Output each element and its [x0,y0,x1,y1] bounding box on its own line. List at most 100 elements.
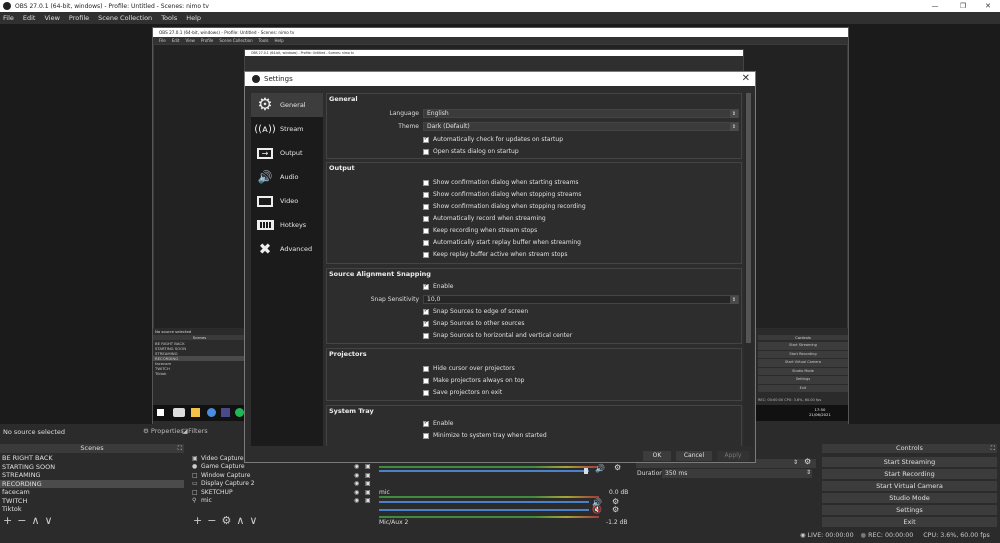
filters-button[interactable]: ◪Filters [182,427,208,435]
snap-edge-checkbox[interactable]: ✓ Snap Sources to edge of screen [423,308,528,315]
open-stats-checkbox[interactable]: Open stats dialog on startup [423,148,519,155]
duration-input[interactable]: 350 ms [662,469,812,478]
tray-enable-checkbox[interactable]: ✓ Enable [423,420,453,427]
source-item[interactable]: □ SKETCHUP ◉ ▣ [190,488,375,497]
snap-sensitivity-input[interactable]: 10,0 ⇕ [423,295,739,304]
save-projectors-checkbox[interactable]: Save projectors on exit [423,389,502,396]
menu-profile[interactable]: Profile [69,14,89,22]
volume-slider[interactable] [379,509,589,511]
group-title: General [329,95,358,103]
settings-button[interactable]: Settings [822,505,997,515]
menu-view[interactable]: View [44,14,59,22]
close-window-icon[interactable]: ✕ [975,0,1000,12]
scene-item[interactable]: facecam [0,488,184,497]
source-item[interactable]: ⚲ mic ◉ ▣ [190,497,375,506]
eye-icon[interactable]: ◉ [354,497,359,504]
eye-icon[interactable]: ◉ [354,463,359,470]
dock-float-icon[interactable]: ⛶ [991,444,995,453]
sidebar-item-general[interactable]: ⚙ General [251,93,323,117]
lock-icon[interactable]: ▣ [365,489,371,496]
volume-slider[interactable] [379,501,589,503]
menu-tools[interactable]: Tools [161,14,177,22]
hide-cursor-checkbox[interactable]: Hide cursor over projectors [423,365,515,372]
sidebar-item-video[interactable]: Video [251,189,323,213]
speaker-icon[interactable]: 🔊 [595,464,605,473]
theme-select[interactable]: Dark (Default) ⇕ [423,122,739,131]
auto-replay-buffer-checkbox[interactable]: Automatically start replay buffer when s… [423,239,581,246]
source-item[interactable]: □ Window Capture ◉ ▣ [190,471,375,480]
minimize-to-tray-checkbox[interactable]: Minimize to system tray when started [423,432,547,439]
keep-replay-buffer-checkbox[interactable]: Keep replay buffer active when stream st… [423,251,567,258]
studio-mode-button[interactable]: Studio Mode [822,493,997,503]
scene-item[interactable]: STARTING SOON [0,463,184,472]
eye-icon[interactable]: ◉ [354,489,359,496]
sidebar-item-advanced[interactable]: ✖ Advanced [251,237,323,261]
start-virtual-camera-button[interactable]: Start Virtual Camera [822,481,997,491]
snap-center-checkbox[interactable]: Snap Sources to horizontal and vertical … [423,332,572,339]
lock-icon[interactable]: ▣ [365,497,371,504]
gear-icon[interactable]: ⚙ [804,457,811,466]
settings-scrollbar[interactable] [744,93,753,446]
eye-icon[interactable]: ◉ [354,480,359,487]
scene-item[interactable]: STREAMING [0,471,184,480]
apply-button[interactable]: Apply [717,451,749,461]
muted-speaker-icon[interactable]: 🔇 [592,505,602,514]
ok-button[interactable]: OK [643,451,671,461]
minimize-icon[interactable]: — [922,0,948,12]
close-icon[interactable]: ✕ [742,73,750,84]
exit-button[interactable]: Exit [822,517,997,527]
gear-icon[interactable]: ⚙ [221,514,236,527]
auto-record-checkbox[interactable]: Automatically record when streaming [423,215,546,222]
check-updates-checkbox[interactable]: ✓ Automatically check for updates on star… [423,136,563,143]
confirm-stop-recording-checkbox[interactable]: Show confirmation dialog when stopping r… [423,203,586,210]
scene-item[interactable]: Tiktok [0,505,184,514]
sidebar-item-output[interactable]: → Output [251,141,323,165]
sidebar-item-stream[interactable]: ((ᴀ)) Stream [251,117,323,141]
maximize-icon[interactable]: ❐ [950,0,976,12]
start-recording-button[interactable]: Start Recording [822,469,997,479]
move-down-icon[interactable]: ∨ [249,514,262,527]
menu-scene-collection[interactable]: Scene Collection [98,14,152,22]
move-up-icon[interactable]: ∧ [31,514,44,527]
spinner-icon[interactable]: ⇕ [793,459,798,466]
confirm-stop-stream-checkbox[interactable]: Show confirmation dialog when stopping s… [423,191,581,198]
volume-slider-handle[interactable] [584,468,588,474]
source-name: Display Capture 2 [201,480,255,488]
gear-icon[interactable]: ⚙ [614,463,621,472]
projectors-on-top-checkbox[interactable]: Make projectors always on top [423,377,524,384]
properties-button[interactable]: ⚙ Properties [143,427,184,435]
language-select[interactable]: English ⇕ [423,109,739,118]
menu-file[interactable]: File [3,14,14,22]
lock-icon[interactable]: ▣ [365,480,371,487]
spinner-icon[interactable]: ⇕ [806,469,811,476]
eye-icon[interactable]: ◉ [354,472,359,479]
scene-item[interactable]: TWITCH [0,497,184,506]
snapping-enable-checkbox[interactable]: ✓ Enable [423,283,453,290]
move-down-icon[interactable]: ∨ [45,514,58,527]
dock-float-icon[interactable]: ⛶ [178,444,182,453]
remove-source-icon[interactable]: − [207,514,221,527]
menu-edit[interactable]: Edit [23,14,36,22]
menu-help[interactable]: Help [186,14,201,22]
start-streaming-button[interactable]: Start Streaming [822,457,997,467]
source-item[interactable]: ● Game Capture ◉ ▣ [190,463,375,472]
lock-icon[interactable]: ▣ [365,463,371,470]
scene-item[interactable]: BE RIGHT BACK [0,454,184,463]
add-scene-icon[interactable]: + [3,514,17,527]
sidebar-item-audio[interactable]: 🔊 Audio [251,165,323,189]
scene-item-selected[interactable]: RECORDING [0,479,184,488]
confirm-start-stream-checkbox[interactable]: Show confirmation dialog when starting s… [423,179,579,186]
lock-icon[interactable]: ▣ [365,472,371,479]
source-item[interactable]: ▭ Display Capture 2 ◉ ▣ [190,480,375,489]
remove-scene-icon[interactable]: − [17,514,31,527]
gear-icon[interactable]: ⚙ [612,505,619,514]
snap-sources-checkbox[interactable]: ✓ Snap Sources to other sources [423,320,525,327]
keep-recording-checkbox[interactable]: Keep recording when stream stops [423,227,537,234]
folder-icon [191,408,200,417]
cancel-button[interactable]: Cancel [676,451,712,461]
volume-slider[interactable] [379,470,589,472]
scrollbar-thumb[interactable] [746,93,751,343]
sidebar-item-hotkeys[interactable]: Hotkeys [251,213,323,237]
add-source-icon[interactable]: + [193,514,207,527]
move-up-icon[interactable]: ∧ [236,514,249,527]
